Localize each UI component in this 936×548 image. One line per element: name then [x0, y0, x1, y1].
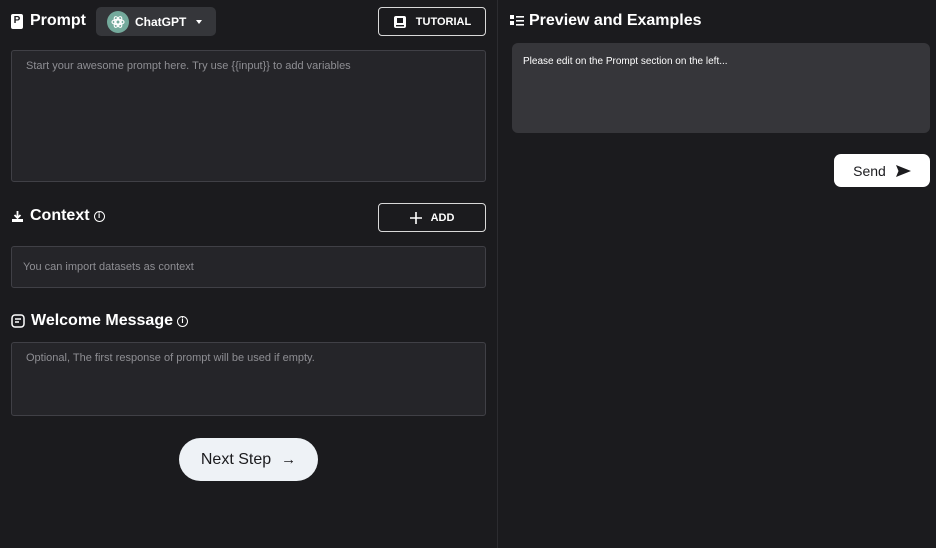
preview-message: Please edit on the Prompt section on the… [512, 43, 930, 133]
model-select[interactable]: ChatGPT [96, 7, 216, 36]
context-placeholder: You can import datasets as context [23, 261, 194, 273]
send-button[interactable]: Send [834, 154, 930, 187]
context-header: Context i [11, 207, 105, 225]
arrow-right-icon: → [281, 451, 297, 468]
welcome-header: Welcome Message i [11, 312, 188, 330]
welcome-placeholder: Optional, The first response of prompt w… [26, 352, 315, 364]
tutorial-button[interactable]: TUTORIAL [378, 7, 486, 36]
preview-header: Preview and Examples [510, 12, 702, 30]
prompt-title: Prompt [30, 12, 86, 29]
welcome-title: Welcome Message [31, 312, 173, 329]
prompt-input[interactable]: Start your awesome prompt here. Try use … [11, 50, 486, 182]
info-circle-icon[interactable]: i [177, 315, 188, 327]
model-label: ChatGPT [135, 14, 187, 29]
send-icon [895, 164, 911, 177]
next-step-button[interactable]: Next Step → [179, 438, 318, 481]
openai-icon [107, 10, 129, 33]
tutorial-label: TUTORIAL [415, 15, 472, 28]
p-logo-icon: P [11, 13, 23, 29]
prompt-panel: P Prompt ChatGPT TUTORIAL Start your awe… [0, 0, 497, 548]
prompt-header: P Prompt [11, 7, 86, 35]
info-circle-icon[interactable]: i [93, 210, 105, 222]
preview-panel: Preview and Examples Please edit on the … [498, 0, 936, 548]
context-input[interactable]: You can import datasets as context [11, 246, 486, 288]
context-title: Context [30, 207, 90, 224]
caret-down-icon [196, 19, 203, 24]
book-icon [393, 15, 406, 28]
message-square-icon [11, 314, 25, 328]
send-label: Send [853, 162, 886, 179]
download-icon [12, 210, 23, 222]
preview-message-text: Please edit on the Prompt section on the… [523, 56, 728, 67]
plus-icon [409, 211, 422, 224]
add-context-button[interactable]: ADD [378, 203, 486, 232]
preview-title: Preview and Examples [529, 12, 702, 29]
welcome-input[interactable]: Optional, The first response of prompt w… [11, 342, 486, 416]
next-step-label: Next Step [200, 450, 272, 468]
prompt-placeholder: Start your awesome prompt here. Try use … [26, 60, 351, 72]
list-icon [510, 15, 524, 26]
add-label: ADD [430, 211, 455, 224]
